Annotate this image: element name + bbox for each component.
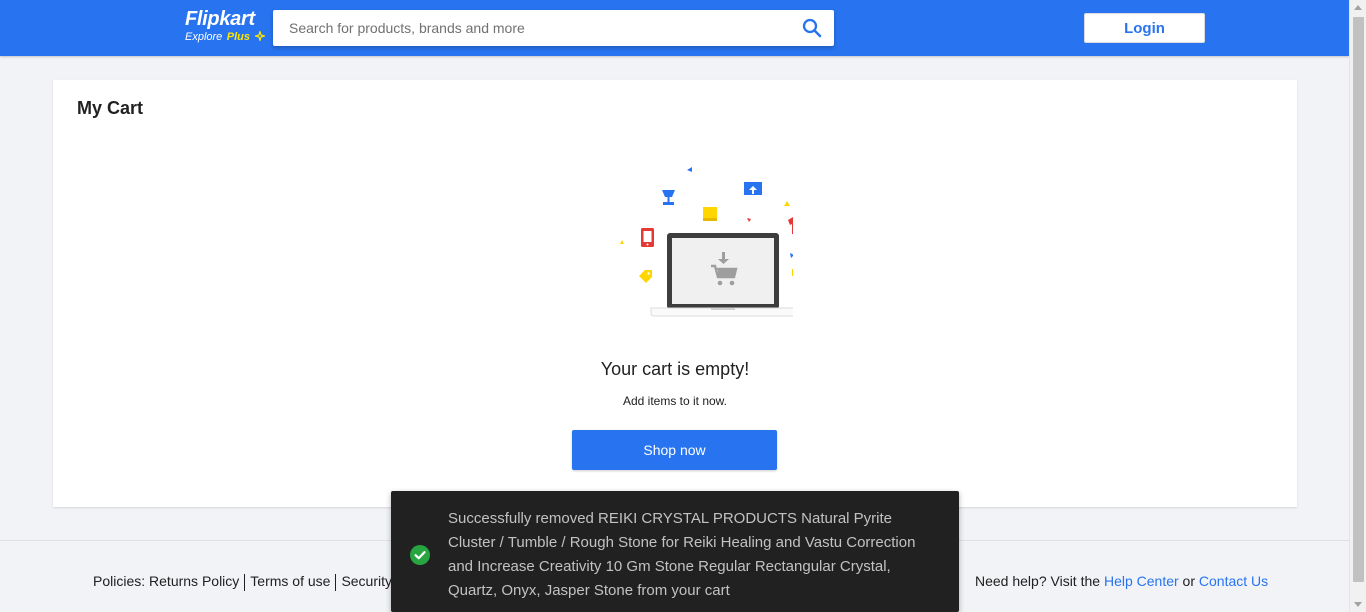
logo-plus-text: Plus: [226, 31, 250, 43]
success-toast: Successfully removed REIKI CRYSTAL PRODU…: [391, 491, 959, 612]
empty-cart-title: Your cart is empty!: [600, 359, 750, 379]
contact-us-link[interactable]: Contact Us: [1199, 573, 1268, 589]
scroll-up-arrow-icon[interactable]: [1354, 5, 1362, 10]
monitor-icon: [744, 182, 762, 195]
search-bar: [273, 10, 834, 46]
divider: [244, 573, 246, 591]
cart-card: My Cart Your cart is empty! Add items to…: [53, 80, 1297, 507]
returns-policy-link[interactable]: Returns Policy: [149, 573, 239, 589]
page-scrollbar[interactable]: [1349, 0, 1366, 612]
logo-subtext: Explore Plus: [185, 29, 266, 44]
empty-cart-illustration: [620, 167, 793, 317]
divider: [335, 573, 337, 591]
logo-explore-text: Explore: [185, 31, 223, 43]
tshirt-icon: [788, 217, 793, 234]
car-icon: [792, 269, 793, 276]
toast-message: Successfully removed REIKI CRYSTAL PRODU…: [448, 510, 916, 599]
tag-icon: [639, 270, 652, 283]
page-title: My Cart: [77, 98, 144, 118]
book-icon: [703, 207, 717, 221]
flipkart-logo[interactable]: Flipkart Explore Plus: [185, 8, 266, 48]
terms-of-use-link[interactable]: Terms of use: [250, 573, 330, 589]
page: Flipkart Explore Plus Login My Cart: [0, 0, 1349, 612]
help-center-link[interactable]: Help Center: [1104, 573, 1179, 589]
empty-cart-subtitle: Add items to it now.: [622, 394, 728, 408]
top-header: Flipkart Explore Plus Login: [0, 0, 1349, 56]
help-prefix: Need help? Visit the: [975, 573, 1101, 589]
lamp-icon: [662, 190, 675, 205]
success-check-icon: [410, 545, 430, 565]
scroll-thumb[interactable]: [1353, 17, 1364, 582]
scroll-down-arrow-icon[interactable]: [1354, 602, 1362, 607]
policies-label: Policies:: [93, 573, 146, 589]
shop-now-button[interactable]: Shop now: [572, 430, 777, 470]
login-button[interactable]: Login: [1084, 13, 1205, 43]
phone-icon: [641, 228, 654, 247]
search-input[interactable]: [273, 10, 793, 46]
policies-links: Policies: Returns Policy Terms of use Secu…: [93, 573, 392, 591]
plus-star-icon: [255, 30, 266, 41]
search-icon[interactable]: [802, 18, 822, 38]
help-section: Need help? Visit the Help Center or Cont…: [975, 573, 1268, 589]
help-or: or: [1182, 573, 1195, 589]
security-link[interactable]: Security: [341, 573, 392, 589]
